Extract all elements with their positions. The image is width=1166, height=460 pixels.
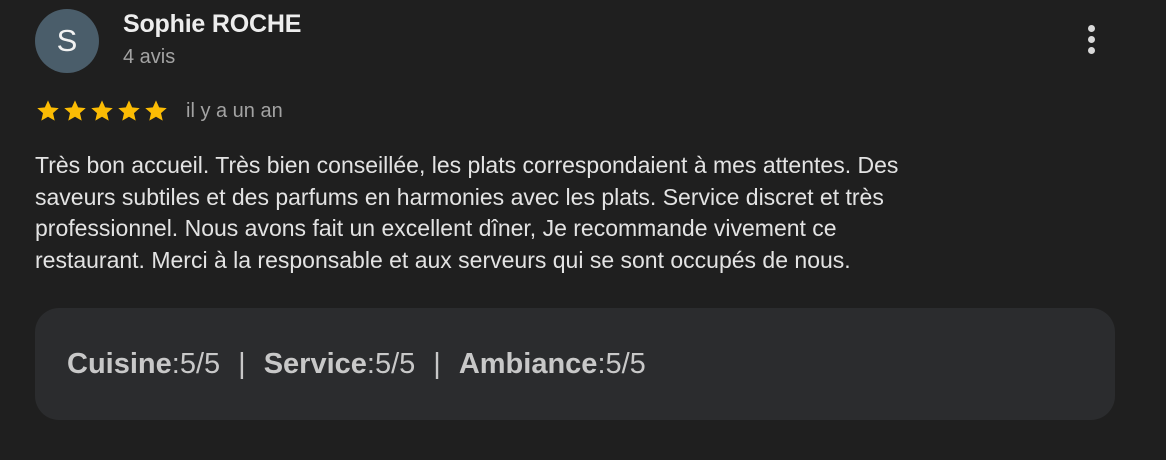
attribute-value-cuisine: 5/5 <box>179 347 221 380</box>
attribute-label-ambiance: Ambiance <box>458 347 598 380</box>
attribute-divider: | <box>433 347 441 380</box>
review-text-line: professionnel. Nous avons fait un excell… <box>35 215 837 241</box>
more-options-button[interactable] <box>1070 18 1112 60</box>
attribute-separator: : <box>366 347 375 380</box>
star-rating <box>35 98 169 124</box>
attribute-label-service: Service <box>263 347 367 380</box>
review-text-line: Très bon accueil. Très bien conseillée, … <box>35 152 899 178</box>
attribute-value-ambiance: 5/5 <box>605 347 646 380</box>
attribute-separator: : <box>597 347 606 380</box>
attribute-ratings: Cuisine : 5/5 | Service : 5/5 | Ambiance… <box>35 308 1115 420</box>
more-vert-icon <box>1087 24 1095 32</box>
rating-row: il y a un an <box>35 96 283 126</box>
review-card: S Sophie ROCHE 4 avis il y a un an Très … <box>0 0 1166 460</box>
review-date: il y a un an <box>186 100 283 122</box>
star-icon <box>37 100 59 121</box>
review-text-line: saveurs subtiles et des parfums en harmo… <box>35 183 884 210</box>
review-text: Très bon accueil. Très bien conseillée, … <box>35 150 1115 276</box>
star-icon <box>118 100 140 121</box>
star-icon <box>91 100 113 121</box>
author-review-count: 4 avis <box>123 46 176 68</box>
attribute-value-service: 5/5 <box>374 347 416 380</box>
star-icon <box>145 100 167 121</box>
more-vert-icon-dot <box>1087 35 1095 43</box>
review-text-line: restaurant. Merci à la responsable et au… <box>35 246 851 273</box>
star-icon <box>64 100 86 121</box>
more-vert-icon-dot <box>1087 46 1095 54</box>
avatar[interactable]: S <box>35 9 99 73</box>
author-name[interactable]: Sophie ROCHE <box>123 9 301 39</box>
attribute-label-cuisine: Cuisine <box>67 347 172 380</box>
attribute-divider: | <box>238 347 246 380</box>
attribute-separator: : <box>171 347 180 380</box>
